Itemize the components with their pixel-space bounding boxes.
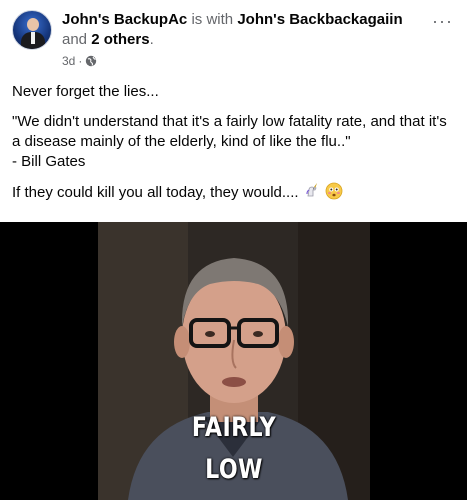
timestamp-link[interactable]: 3d [62, 54, 75, 68]
with-text: is with [191, 11, 234, 28]
post-line-final: If they could kill you all today, they w… [12, 182, 457, 206]
period-text: . [149, 31, 154, 48]
globe-icon[interactable] [85, 55, 97, 67]
post-meta: 3d · [62, 54, 97, 68]
more-options-button[interactable]: ··· [432, 12, 453, 30]
video-caption-line-1: FAIRLY [191, 412, 277, 443]
meta-separator: · [78, 54, 83, 68]
flushed-face-emoji [325, 182, 343, 206]
closing-text: If they could kill you all today, they w… [12, 184, 299, 201]
post-body: Never forget the lies... "We didn't unde… [12, 82, 457, 216]
quote-text: "We didn't understand that it's a fairly… [12, 113, 447, 150]
tagged-person-link[interactable]: John's Backbackagaiin [237, 11, 402, 28]
author-name-link[interactable]: John's BackupAc [62, 11, 187, 28]
video-caption-line-2: LOW [205, 454, 263, 485]
facebook-post: John's BackupAc is with John's Backbacka… [0, 0, 467, 500]
others-link[interactable]: 2 others [91, 31, 149, 48]
post-header: John's BackupAc is with John's Backbacka… [12, 10, 457, 72]
post-line-1: Never forget the lies... [12, 83, 159, 100]
author-avatar[interactable] [12, 10, 52, 50]
unicorn-emoji [303, 182, 321, 206]
quote-attribution: - Bill Gates [12, 153, 86, 170]
and-text: and [62, 31, 88, 48]
video-frame[interactable]: FAIRLY LOW [98, 222, 370, 500]
video-player[interactable]: FAIRLY LOW [0, 222, 467, 500]
post-author-line: John's BackupAc is with John's Backbacka… [62, 10, 422, 50]
